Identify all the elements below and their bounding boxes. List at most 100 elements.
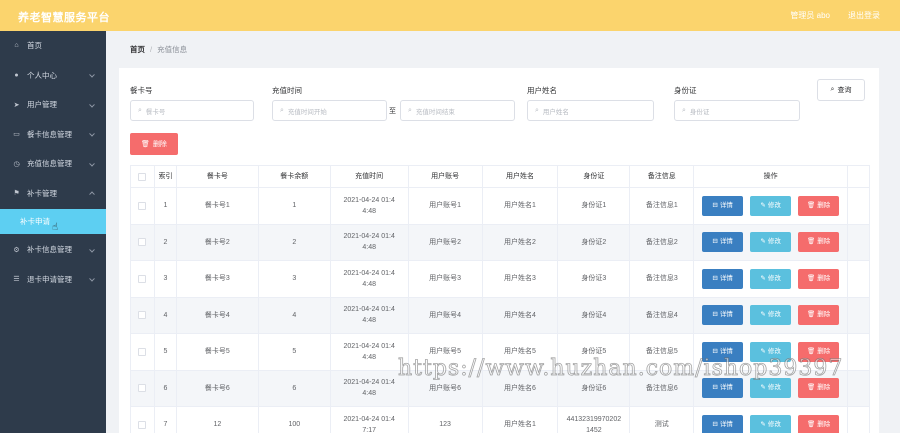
row-checkbox[interactable] (138, 420, 147, 429)
cell-recharge-time: 2021-04-24 01:4 4:48 (331, 188, 409, 224)
delete-button[interactable]: 🗑 删除 (798, 305, 840, 326)
edit-button[interactable]: ✎ 修改 (750, 232, 792, 253)
cell-actions: ⊟ 详情 ✎ 修改 🗑 删除 (694, 297, 849, 333)
cell-card-number: 12 (177, 407, 259, 433)
edit-button[interactable]: ✎ 修改 (750, 195, 792, 216)
row-checkbox[interactable] (138, 347, 147, 356)
row-select-cell (131, 224, 155, 260)
cell-user-name: 用户姓名3 (483, 261, 559, 297)
delete-button[interactable]: 🗑 删除 (798, 268, 840, 289)
cell-balance: 100 (259, 407, 331, 433)
row-checkbox[interactable] (138, 311, 147, 320)
table-row: 1 餐卡号1 1 2021-04-24 01:4 4:48 用户账号1 用户姓名1… (131, 188, 870, 225)
edit-button[interactable]: ✎ 修改 (750, 268, 792, 289)
row-checkbox[interactable] (138, 238, 147, 247)
sidebar-item-personal-center[interactable]: ● 个人中心 (0, 61, 106, 91)
header-select-cell (131, 166, 155, 187)
trash-icon: 🗑 (806, 311, 816, 319)
batch-delete-button[interactable]: 🗑 删除 (130, 133, 178, 155)
edit-icon: ✎ (760, 201, 766, 209)
row-checkbox[interactable] (138, 274, 147, 283)
id-card-input[interactable]: ⌕ 身份证 (674, 100, 800, 121)
query-button[interactable]: ⌕ 查询 (817, 79, 865, 101)
row-checkbox[interactable] (138, 384, 147, 393)
clock-icon: ◷ (13, 160, 20, 168)
card-number-input[interactable]: ⌕ 餐卡号 (130, 100, 254, 121)
detail-button[interactable]: ⊟ 详情 (702, 378, 744, 399)
cell-user-account: 用户账号3 (409, 261, 483, 297)
detail-button[interactable]: ⊟ 详情 (702, 414, 744, 433)
cell-actions: ⊟ 详情 ✎ 修改 🗑 删除 (694, 188, 849, 224)
table-header: 身份证 (558, 166, 631, 187)
cell-user-account: 用户账号4 (409, 297, 483, 333)
chevron-down-icon (89, 276, 95, 282)
sidebar-item-reissue-management[interactable]: ⚑ 补卡管理 (0, 179, 106, 209)
recharge-time-label: 充值时间 (272, 86, 302, 95)
sidebar-item-reissue-info-management[interactable]: ⚙ 补卡信息管理 (0, 235, 106, 265)
sidebar-item-label: 退卡申请管理 (27, 274, 72, 284)
breadcrumb-home[interactable]: 首页 (130, 45, 145, 54)
row-spacer (848, 224, 870, 260)
recharge-time-end-input[interactable]: ⌕ 充值时间结束 (400, 100, 515, 121)
edit-button[interactable]: ✎ 修改 (750, 341, 792, 362)
detail-button[interactable]: ⊟ 详情 (702, 232, 744, 253)
row-select-cell (131, 334, 155, 370)
search-icon: ⌕ (535, 106, 539, 114)
sidebar-item-home[interactable]: ⌂ 首页 (0, 31, 106, 61)
chevron-down-icon (89, 101, 95, 108)
detail-button[interactable]: ⊟ 详情 (702, 305, 744, 326)
delete-button[interactable]: 🗑 删除 (798, 195, 840, 216)
edit-icon: ✎ (760, 347, 766, 355)
detail-icon: ⊟ (712, 420, 718, 428)
detail-button[interactable]: ⊟ 详情 (702, 195, 744, 216)
edit-icon: ✎ (760, 274, 766, 282)
range-separator: 至 (389, 108, 396, 115)
cell-user-name: 用户姓名1 (483, 188, 559, 224)
row-checkbox[interactable] (138, 201, 147, 210)
sidebar-item-label: 补卡信息管理 (27, 245, 72, 255)
cell-note: 备注信息4 (630, 297, 695, 333)
cell-recharge-time: 2021-04-24 01:4 4:48 (331, 261, 409, 297)
row-spacer (848, 334, 870, 370)
cell-user-name: 用户姓名1 (483, 407, 559, 433)
row-spacer (848, 297, 870, 333)
delete-button[interactable]: 🗑 删除 (798, 341, 840, 362)
table-row: 4 餐卡号4 4 2021-04-24 01:4 4:48 用户账号4 用户姓名4… (131, 297, 870, 334)
chevron-down-icon (89, 160, 95, 167)
detail-button[interactable]: ⊟ 详情 (702, 341, 744, 362)
edit-icon: ✎ (760, 311, 766, 319)
breadcrumb-separator: / (150, 45, 153, 54)
cell-id-card: 身份证3 (558, 261, 631, 297)
sidebar: ⌂ 首页 ● 个人中心 ➤ 用户管理 ▭ 餐卡信息管理 ◷ 充值信息管理 ⚑ 补… (0, 31, 106, 433)
detail-icon: ⊟ (712, 311, 718, 319)
user-name-input[interactable]: ⌕ 用户姓名 (527, 100, 654, 121)
sidebar-item-user-management[interactable]: ➤ 用户管理 (0, 90, 106, 120)
sidebar-item-card-management[interactable]: ▭ 餐卡信息管理 (0, 120, 106, 150)
sidebar-item-label: 个人中心 (27, 70, 57, 80)
search-icon: ⌕ (280, 106, 284, 114)
edit-icon: ✎ (760, 384, 766, 392)
cell-card-number: 餐卡号1 (177, 188, 259, 224)
delete-button[interactable]: 🗑 删除 (798, 232, 840, 253)
chevron-down-icon (89, 246, 95, 253)
admin-label[interactable]: 管理员 abo (790, 10, 830, 21)
select-all-checkbox[interactable] (138, 172, 147, 181)
edit-button[interactable]: ✎ 修改 (750, 378, 792, 399)
content-card: 餐卡号 ⌕ 餐卡号 充值时间 ⌕ 充值时间开始 至 ⌕ 充值时间结束 用户姓名 ⌕ 用户… (119, 68, 879, 433)
logout-link[interactable]: 退出登录 (848, 10, 880, 21)
chevron-down-icon (89, 131, 95, 137)
cell-balance: 1 (259, 188, 331, 224)
cell-recharge-time: 2021-04-24 01:4 4:48 (331, 224, 409, 260)
sidebar-item-refund-management[interactable]: ☰ 退卡申请管理 (0, 265, 106, 295)
edit-button[interactable]: ✎ 修改 (750, 414, 792, 433)
sidebar-subitem-reissue-apply[interactable]: 补卡申请 ☝ (0, 209, 106, 234)
detail-button[interactable]: ⊟ 详情 (702, 268, 744, 289)
cell-note: 测试 (630, 407, 695, 433)
delete-button[interactable]: 🗑 删除 (798, 414, 840, 433)
delete-button[interactable]: 🗑 删除 (798, 378, 840, 399)
edit-button[interactable]: ✎ 修改 (750, 305, 792, 326)
sidebar-item-recharge-management[interactable]: ◷ 充值信息管理 (0, 149, 106, 179)
recharge-time-start-input[interactable]: ⌕ 充值时间开始 (272, 100, 387, 121)
cell-id-card: 身份证4 (558, 297, 631, 333)
table-header: 餐卡余额 (259, 166, 331, 187)
